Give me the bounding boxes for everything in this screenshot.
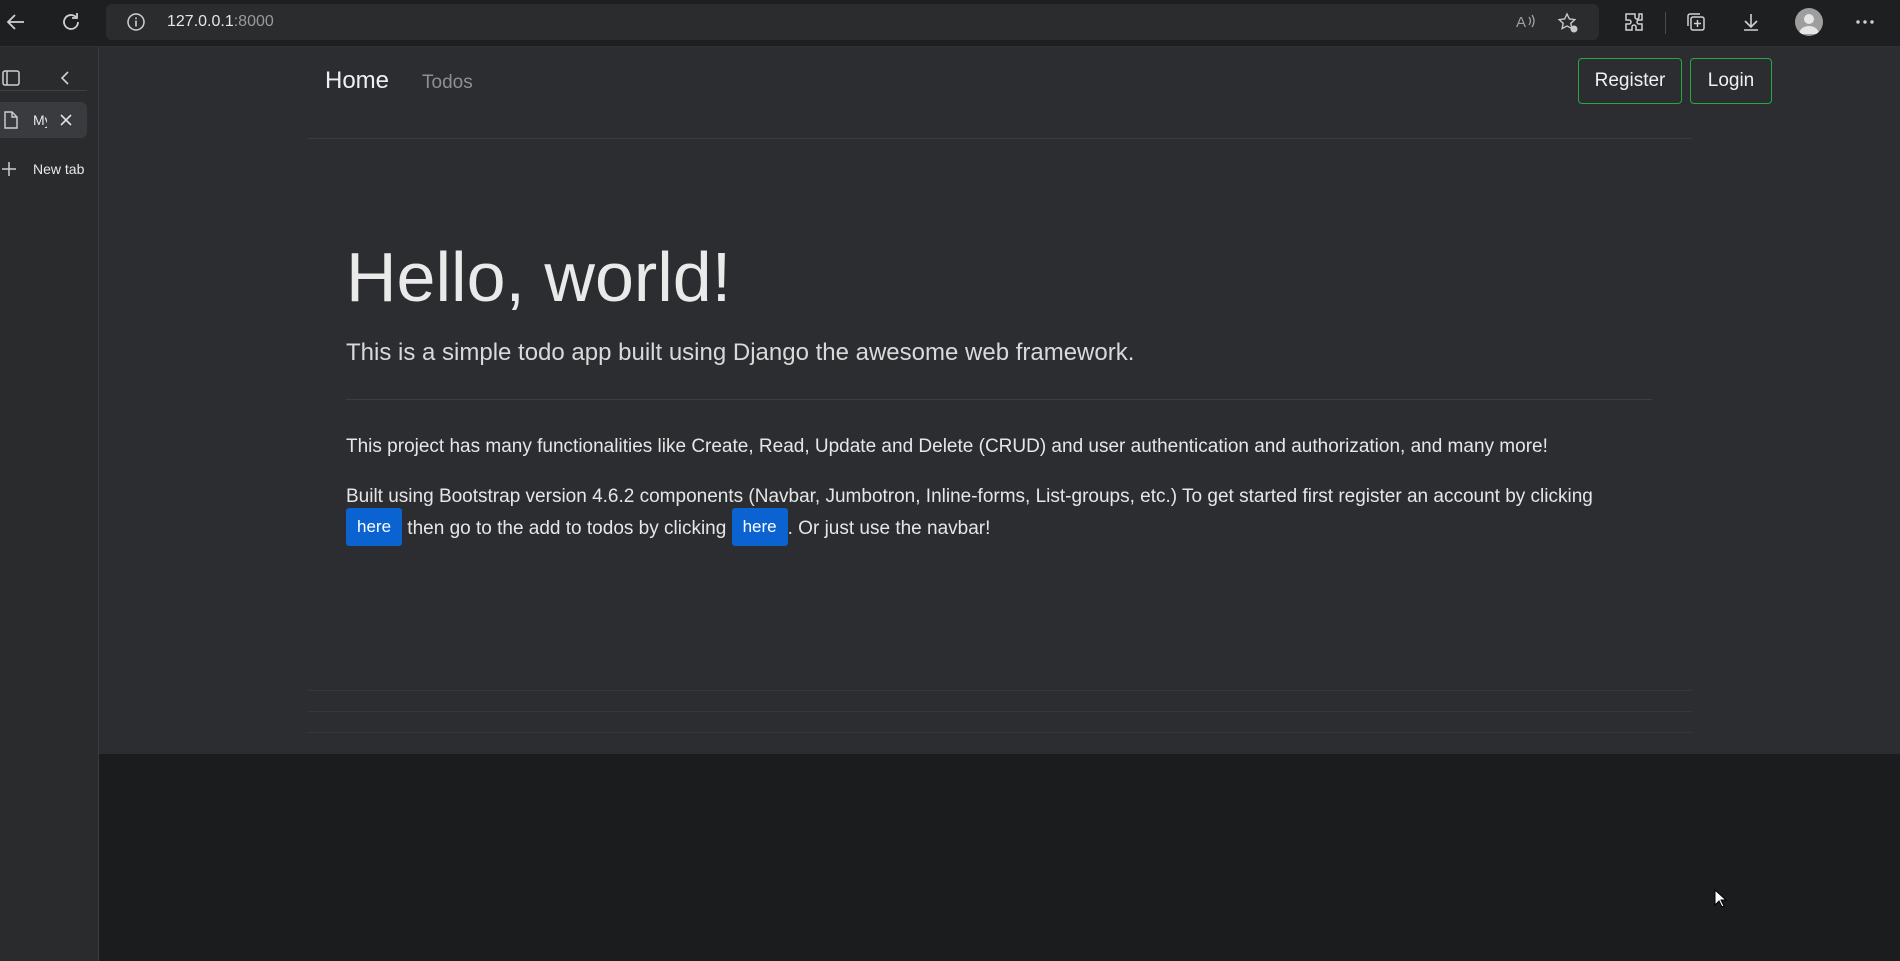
- refresh-icon[interactable]: [58, 9, 84, 35]
- description-paragraph: This project has many functionalities li…: [346, 436, 1548, 457]
- profile-icon[interactable]: [1795, 8, 1823, 36]
- tab-my-todo[interactable]: My: [0, 102, 87, 138]
- plus-icon: [0, 159, 18, 183]
- para2-text-2: then go to the add to todos by clicking: [402, 518, 732, 540]
- hero-divider: [346, 399, 1652, 400]
- page-icon: [2, 110, 20, 134]
- para2-text-3: . Or just use the navbar!: [787, 518, 991, 540]
- tab-actions-icon[interactable]: [1, 68, 21, 92]
- jumbotron: Home Todos Register Login Hello, world! …: [99, 47, 1900, 754]
- downloads-icon[interactable]: [1738, 9, 1764, 35]
- address-url[interactable]: 127.0.0.1:8000: [167, 4, 274, 40]
- browser-toolbar: 127.0.0.1:8000 A: [0, 0, 1900, 47]
- toolbar-divider: [1665, 12, 1666, 34]
- footer-divider: [307, 732, 1692, 733]
- footer-divider: [307, 690, 1692, 691]
- vertical-tabs-sidebar: My New tab: [0, 47, 99, 961]
- read-aloud-icon[interactable]: A: [1515, 12, 1537, 36]
- favorite-icon[interactable]: [1557, 12, 1579, 38]
- navbar-brand-home[interactable]: Home: [325, 67, 389, 95]
- footer-divider: [307, 711, 1692, 712]
- close-tab-icon[interactable]: [58, 112, 74, 132]
- para2-text-1: Built using Bootstrap version 4.6.2 comp…: [346, 486, 1593, 507]
- mouse-cursor-icon: [1714, 888, 1728, 913]
- sidebar-divider: [0, 90, 87, 91]
- todos-here-link[interactable]: here: [731, 508, 788, 546]
- hero-title: Hello, world!: [346, 238, 732, 316]
- nav-link-todos[interactable]: Todos: [422, 72, 473, 94]
- login-button[interactable]: Login: [1690, 58, 1772, 104]
- collapse-sidebar-icon[interactable]: [57, 68, 75, 92]
- register-here-link[interactable]: here: [346, 508, 403, 546]
- collections-icon[interactable]: [1683, 9, 1709, 35]
- register-button[interactable]: Register: [1578, 58, 1682, 104]
- getting-started-paragraph: Built using Bootstrap version 4.6.2 comp…: [346, 481, 1666, 546]
- more-icon[interactable]: [1852, 9, 1878, 35]
- navbar: Home Todos Register Login: [307, 47, 1772, 139]
- hero-lead: This is a simple todo app built using Dj…: [346, 339, 1135, 366]
- extensions-icon[interactable]: [1621, 9, 1647, 35]
- tab-title: My: [33, 112, 47, 128]
- address-bar[interactable]: 127.0.0.1:8000 A: [106, 4, 1599, 40]
- web-page: Home Todos Register Login Hello, world! …: [99, 47, 1900, 961]
- hero: Hello, world!: [346, 242, 1652, 312]
- svg-text:A: A: [1516, 14, 1526, 31]
- url-port: :8000: [233, 13, 274, 30]
- info-icon[interactable]: [126, 12, 146, 36]
- back-icon[interactable]: [3, 9, 29, 35]
- url-host: 127.0.0.1: [167, 13, 234, 30]
